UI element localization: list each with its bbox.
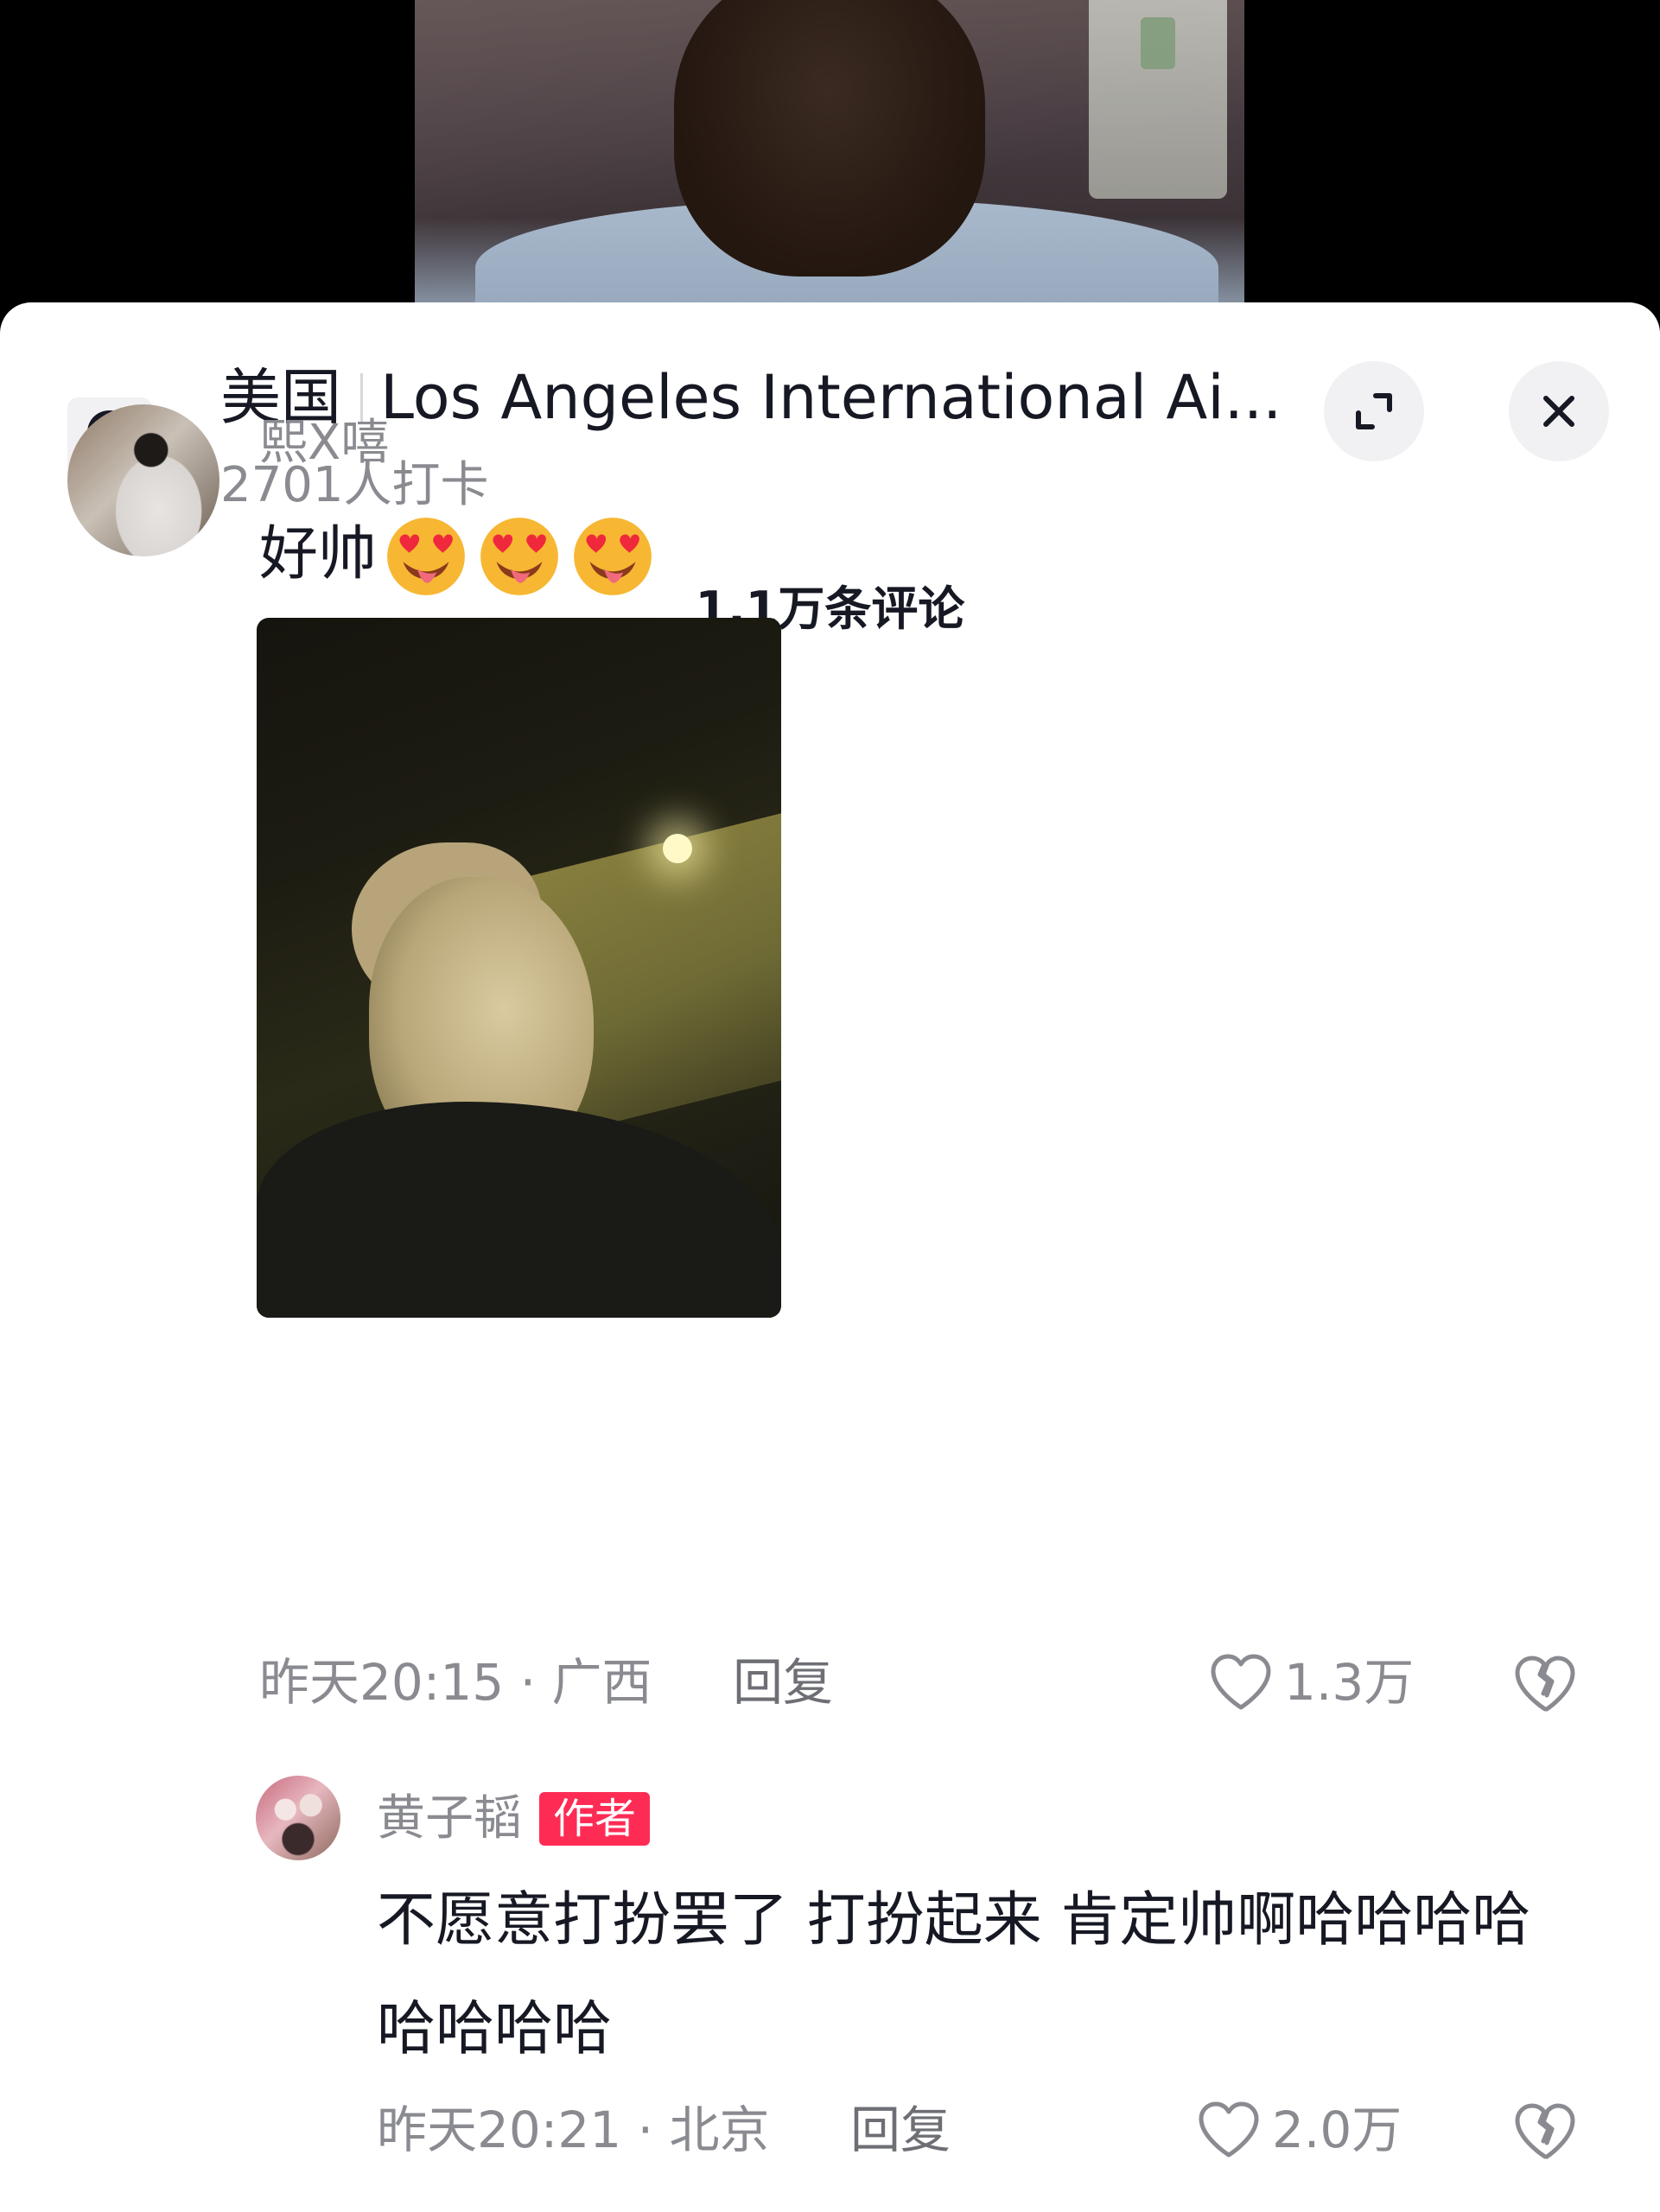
heart-eyes-tongue-emoji-icon [480, 518, 558, 595]
reply-text[interactable]: 不愿意打扮罢了 打扮起来 肯定帅啊哈哈哈哈哈哈哈哈 [377, 1866, 1587, 2084]
comment-text[interactable]: 好帅 [259, 501, 657, 608]
reply-time: 昨天20:21 [377, 2101, 622, 2159]
meta-dot: · [519, 1653, 552, 1712]
image-body [257, 1102, 781, 1318]
comments-count-title: 1.1万条评论 [695, 582, 965, 636]
comment-region: 广西 [551, 1653, 652, 1712]
comment-time: 昨天20:15 [259, 1653, 505, 1712]
like-button[interactable]: 2.0万 [1196, 2100, 1402, 2160]
comment-image[interactable] [257, 618, 781, 1318]
expand-icon [1356, 393, 1392, 429]
video-hair [674, 0, 985, 276]
video-preview[interactable] [415, 0, 1244, 311]
image-street-lamp [663, 834, 692, 863]
broken-heart-icon[interactable] [1511, 1649, 1580, 1718]
close-button[interactable] [1509, 361, 1609, 461]
reply-username[interactable]: 黄子韬 作者 [377, 1790, 651, 1847]
video-machine [1089, 0, 1227, 199]
reply-username-text: 黄子韬 [377, 1790, 522, 1847]
expand-button[interactable] [1324, 361, 1424, 461]
reply-region: 北京 [669, 2101, 770, 2159]
author-badge: 作者 [539, 1792, 651, 1846]
location-place: Los Angeles International Ai... [380, 363, 1282, 432]
reply-button[interactable]: 回复 [733, 1652, 833, 1713]
like-button[interactable]: 1.3万 [1208, 1652, 1414, 1713]
meta-dot: · [637, 2101, 670, 2159]
reply-meta: 昨天20:21 · 北京 [377, 2100, 769, 2160]
like-count: 1.3万 [1284, 1653, 1415, 1712]
avatar[interactable] [67, 404, 219, 556]
heart-outline-icon [1211, 1654, 1271, 1710]
heart-eyes-tongue-emoji-icon [387, 518, 465, 595]
comment-meta: 昨天20:15 · 广西 [259, 1652, 652, 1713]
like-count: 2.0万 [1272, 2101, 1402, 2159]
close-icon [1543, 396, 1574, 427]
comment-username[interactable]: 熙X嘻 [259, 415, 389, 472]
comment-text-content: 好帅 [259, 520, 378, 588]
app-screen: 美国 Los Angeles International Ai... 2701人… [0, 0, 1660, 2212]
reply-button[interactable]: 回复 [850, 2100, 951, 2160]
broken-heart-icon[interactable] [1511, 2096, 1580, 2165]
heart-eyes-tongue-emoji-icon [574, 518, 652, 595]
heart-outline-icon [1199, 2101, 1259, 2158]
avatar[interactable] [256, 1776, 340, 1860]
